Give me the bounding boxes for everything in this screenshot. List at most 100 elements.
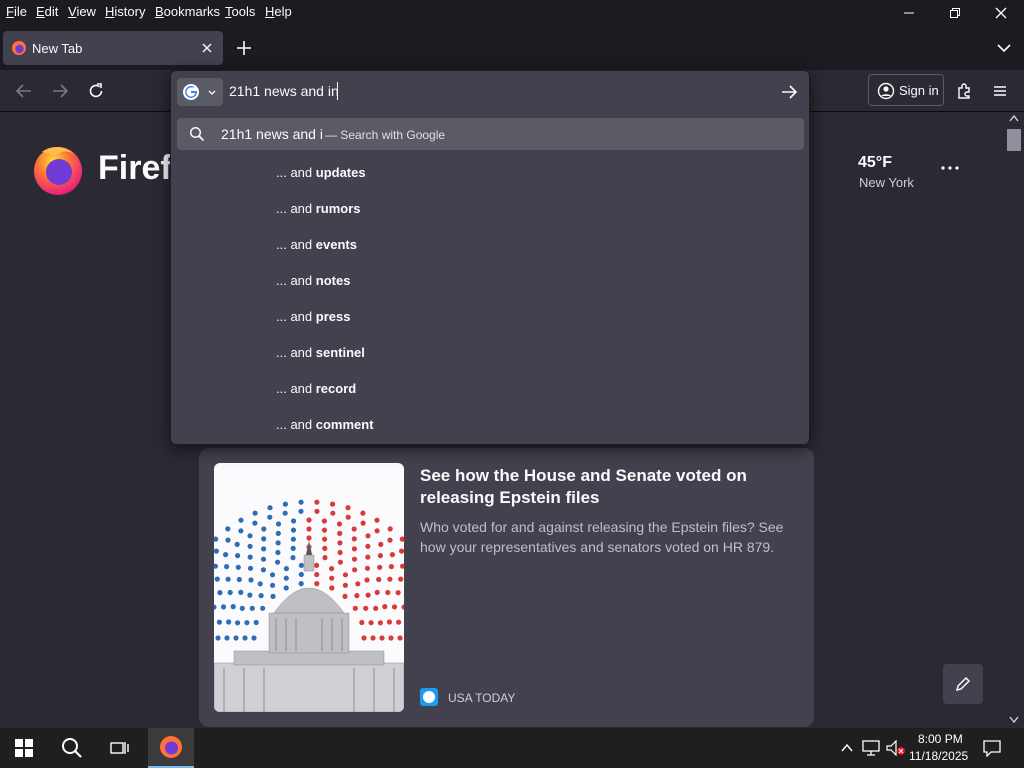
chevron-up-icon[interactable] <box>840 741 854 755</box>
list-all-tabs-button[interactable] <box>992 36 1016 60</box>
story-title[interactable]: See how the House and Senate voted on re… <box>420 465 790 509</box>
start-button[interactable] <box>0 728 48 768</box>
vote-dot <box>242 635 248 641</box>
suggestion-item[interactable]: ... and rumors <box>276 201 361 216</box>
vote-dot <box>282 501 288 507</box>
pencil-icon <box>955 676 971 692</box>
menu-bookmarks[interactable]: Bookmarks <box>155 4 220 19</box>
taskbar-search-button[interactable] <box>48 728 96 768</box>
vote-dot <box>247 554 253 560</box>
tab-label: New Tab <box>32 41 83 56</box>
tab-new-tab[interactable]: New Tab <box>3 31 223 65</box>
close-window-button[interactable] <box>978 0 1024 26</box>
story-card[interactable]: See how the House and Senate voted on re… <box>199 448 814 727</box>
volume-muted-icon[interactable] <box>886 740 906 756</box>
vote-dot <box>337 549 343 556</box>
vote-dot <box>239 605 245 611</box>
vote-dot <box>306 526 312 532</box>
minimize-button[interactable] <box>886 0 932 26</box>
reload-button[interactable] <box>81 76 111 106</box>
clock-date[interactable]: 11/18/2025 <box>909 749 968 763</box>
vote-dot <box>275 530 281 536</box>
vote-dot <box>275 559 281 565</box>
task-view-button[interactable] <box>96 728 144 768</box>
suggestion-item[interactable]: ... and record <box>276 381 356 396</box>
suggestion-item[interactable]: ... and updates <box>276 165 366 180</box>
vote-dot <box>261 526 267 532</box>
vote-dot <box>244 620 250 626</box>
vote-dot <box>374 528 380 534</box>
suggestion-item[interactable]: ... and events <box>276 237 357 252</box>
vote-dot <box>249 605 255 611</box>
vote-dot <box>253 619 259 626</box>
weather-temperature[interactable]: 45°F <box>858 154 892 172</box>
vote-dot <box>345 514 351 520</box>
vote-dot <box>330 501 336 507</box>
vote-dot <box>389 552 395 558</box>
suggestion-item[interactable]: ... and sentinel <box>276 345 365 360</box>
sign-in-button[interactable]: Sign in <box>868 74 944 106</box>
forward-button[interactable] <box>45 76 75 106</box>
vote-dot <box>261 536 267 542</box>
story-source: USA TODAY <box>448 691 516 705</box>
chevron-down-icon <box>997 44 1011 53</box>
weather-options-button[interactable] <box>938 160 962 176</box>
restore-button[interactable] <box>932 0 978 26</box>
menu-tools[interactable]: Tools <box>225 4 255 19</box>
menu-help[interactable]: Help <box>265 4 292 19</box>
firefox-icon <box>12 41 26 55</box>
weather-city[interactable]: New York <box>859 175 914 190</box>
search-engine-selector[interactable] <box>177 78 223 106</box>
vote-dot <box>247 565 254 571</box>
puzzle-piece-icon <box>958 83 970 99</box>
vote-dot <box>365 592 371 598</box>
network-icon[interactable] <box>862 740 880 756</box>
extensions-button[interactable] <box>950 76 980 106</box>
vote-dot <box>270 582 276 588</box>
new-tab-button[interactable] <box>232 36 256 60</box>
plus-icon <box>237 41 251 55</box>
vote-dot <box>220 604 227 610</box>
vote-dot <box>257 581 263 587</box>
customize-button[interactable] <box>943 664 983 704</box>
notification-icon <box>983 740 1001 757</box>
vote-dot <box>377 564 383 570</box>
scroll-down-arrow-icon[interactable] <box>1004 714 1024 726</box>
vote-dot <box>322 555 328 561</box>
vote-dot <box>329 575 335 581</box>
urlbar-panel: 21h1 news and in 21h1 news and i — Searc… <box>170 70 810 445</box>
action-center-button[interactable] <box>976 728 1008 768</box>
vote-dot <box>275 549 281 556</box>
page-scrollbar[interactable] <box>1004 112 1024 728</box>
menu-edit[interactable]: Edit <box>36 4 58 19</box>
suggestion-item[interactable]: ... and notes <box>276 273 350 288</box>
vote-dot <box>283 585 289 591</box>
arrow-right-icon <box>782 85 798 99</box>
menu-view[interactable]: View <box>68 4 96 19</box>
urlbar-input[interactable]: 21h1 news and in <box>229 83 339 99</box>
reload-icon <box>89 83 103 98</box>
vote-dot <box>251 635 257 641</box>
go-button[interactable] <box>777 80 801 104</box>
scroll-up-arrow-icon[interactable] <box>1004 112 1024 124</box>
suggestion-item[interactable]: ... and comment <box>276 417 374 432</box>
vote-dot <box>387 576 393 582</box>
vote-dot <box>364 565 371 571</box>
app-menu-button[interactable] <box>985 76 1015 106</box>
vote-dot <box>235 564 241 570</box>
suggestion-item[interactable]: ... and press <box>276 309 350 324</box>
vote-dot <box>298 562 304 568</box>
taskbar-firefox-button[interactable] <box>148 728 194 768</box>
menu-history[interactable]: History <box>105 4 145 19</box>
close-tab-icon[interactable] <box>201 42 213 54</box>
vote-dot <box>329 566 335 572</box>
vote-dot <box>399 536 404 542</box>
menu-file[interactable]: File <box>6 4 27 19</box>
scrollbar-thumb[interactable] <box>1007 129 1021 151</box>
vote-dot <box>224 564 230 570</box>
vote-dot <box>397 635 403 641</box>
back-button[interactable] <box>9 76 39 106</box>
heuristic-search-result[interactable]: 21h1 news and i — Search with Google <box>177 118 804 150</box>
clock-time[interactable]: 8:00 PM <box>918 732 963 746</box>
vote-dot <box>321 527 328 533</box>
